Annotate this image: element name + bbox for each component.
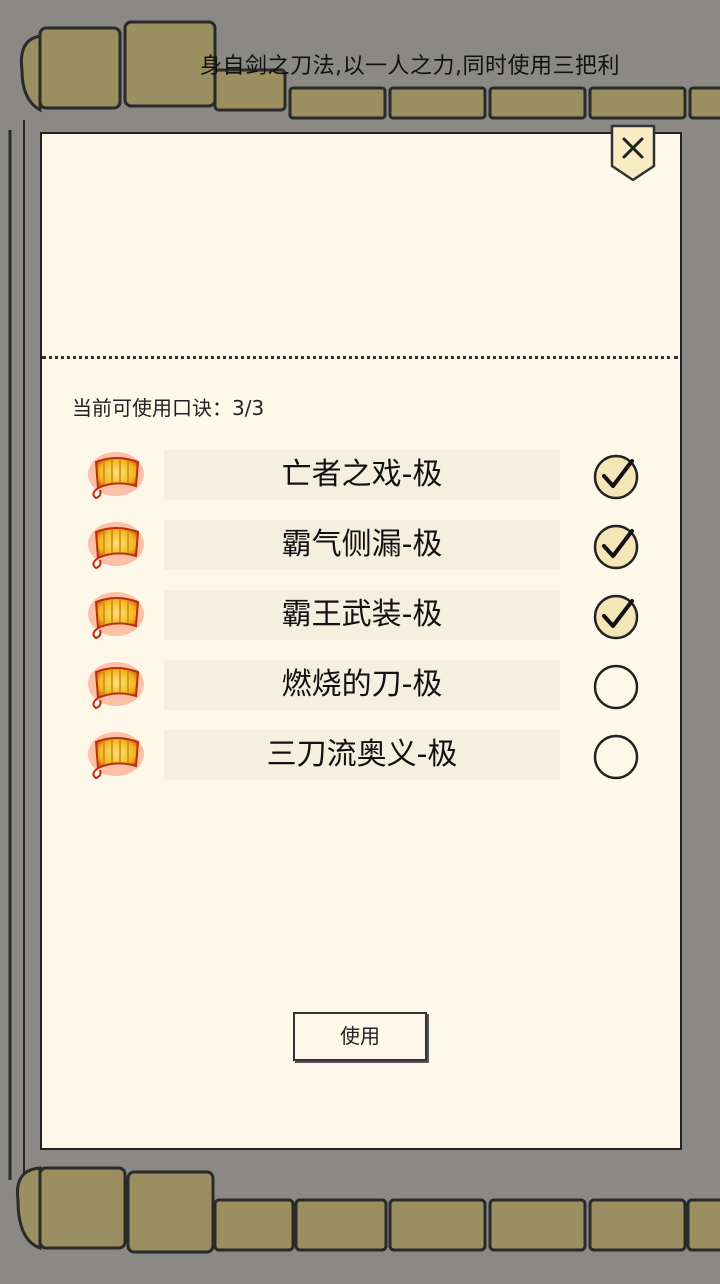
check-circle-icon[interactable] — [592, 521, 642, 571]
close-button[interactable] — [608, 122, 658, 184]
check-circle-icon[interactable] — [592, 591, 642, 641]
quota-value: 3/3 — [232, 396, 265, 420]
close-icon — [610, 124, 656, 182]
mantra-row[interactable]: 三刀流奥义-极 — [80, 726, 650, 786]
background-description-text: 身自剑之刀法,以一人之力,同时使用三把利 — [200, 54, 620, 79]
scroll-icon — [88, 662, 144, 710]
scroll-icon — [88, 592, 144, 640]
mantra-row[interactable]: 亡者之戏-极 — [80, 446, 650, 506]
check-circle-icon[interactable] — [592, 731, 642, 781]
mantra-label: 霸气侧漏-极 — [281, 527, 443, 562]
mantra-label: 霸王武装-极 — [281, 597, 443, 632]
dotted-divider — [42, 356, 678, 359]
quota-label: 当前可使用口诀： — [72, 396, 232, 420]
mantra-row[interactable]: 霸王武装-极 — [80, 586, 650, 646]
check-circle-icon[interactable] — [592, 661, 642, 711]
mantra-row[interactable]: 燃烧的刀-极 — [80, 656, 650, 716]
scroll-icon — [88, 732, 144, 780]
scroll-icon — [88, 452, 144, 500]
quota-text: 当前可使用口诀：3/3 — [72, 392, 264, 421]
use-button[interactable]: 使用 — [293, 1012, 427, 1061]
mantra-label: 三刀流奥义-极 — [266, 737, 458, 772]
mantra-label: 燃烧的刀-极 — [281, 667, 443, 702]
check-circle-icon[interactable] — [592, 451, 642, 501]
mantra-row[interactable]: 霸气侧漏-极 — [80, 516, 650, 576]
mantra-label: 亡者之戏-极 — [281, 457, 443, 492]
scroll-icon — [88, 522, 144, 570]
